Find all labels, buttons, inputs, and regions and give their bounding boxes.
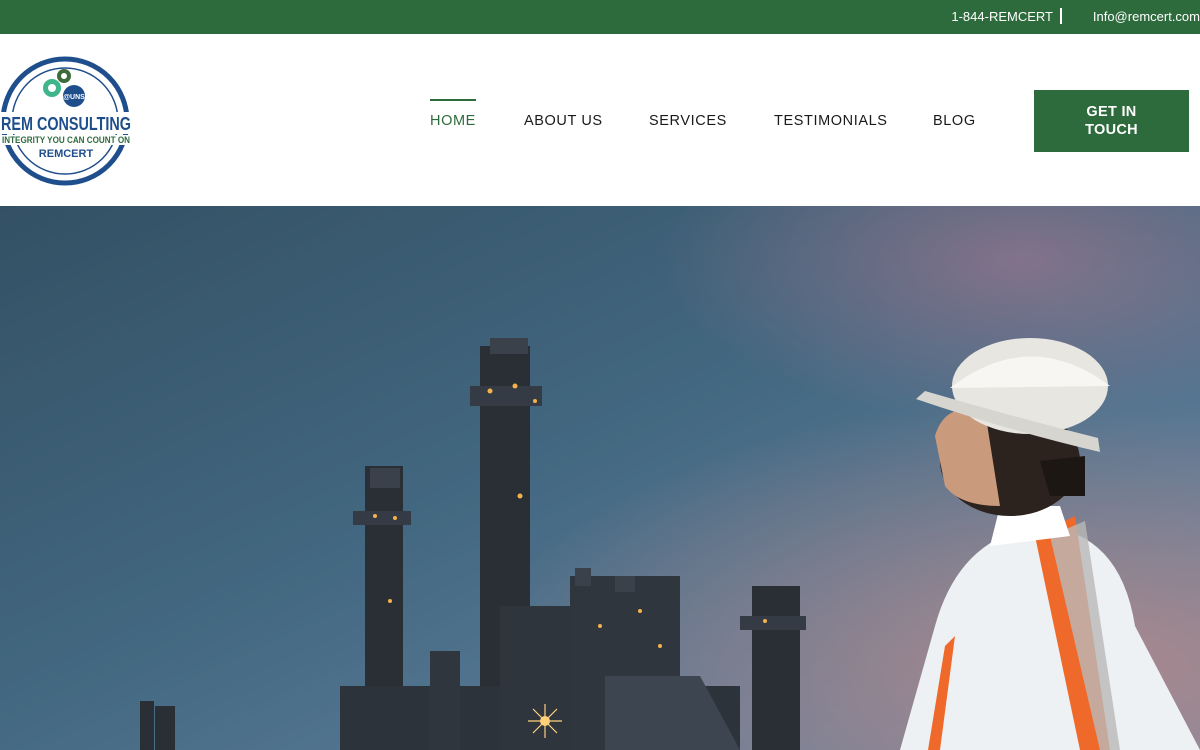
site-header: @UNS REM CONSULTING INTEGRITY YOU CAN CO… [0, 34, 1200, 206]
logo-brand: REMCERT [39, 148, 94, 160]
site-logo[interactable]: @UNS REM CONSULTING INTEGRITY YOU CAN CO… [0, 56, 134, 186]
logo-name: REM CONSULTING [1, 114, 131, 134]
logo-tagline: INTEGRITY YOU CAN COUNT ON [2, 135, 130, 145]
get-in-touch-button[interactable]: GET IN TOUCH [1034, 90, 1189, 152]
nav-about-us[interactable]: ABOUT US [524, 113, 603, 129]
nav-services[interactable]: SERVICES [649, 113, 727, 129]
email-link[interactable]: Info@remcert.com [1093, 9, 1200, 24]
nav-home[interactable]: HOME [430, 99, 476, 129]
hero-banner [0, 206, 1200, 750]
hero-refinery-image [0, 206, 1200, 750]
svg-text:@UNS: @UNS [63, 94, 85, 101]
phone-link[interactable]: 1-844-REMCERT [951, 9, 1053, 24]
nav-blog[interactable]: BLOG [933, 113, 976, 129]
logo-emblem-icon: @UNS REM CONSULTING INTEGRITY YOU CAN CO… [0, 56, 134, 186]
nav-testimonials[interactable]: TESTIMONIALS [774, 113, 888, 129]
top-contact-bar: 1-844-REMCERT Info@remcert.com [0, 0, 1200, 34]
topbar-divider [1060, 8, 1062, 24]
